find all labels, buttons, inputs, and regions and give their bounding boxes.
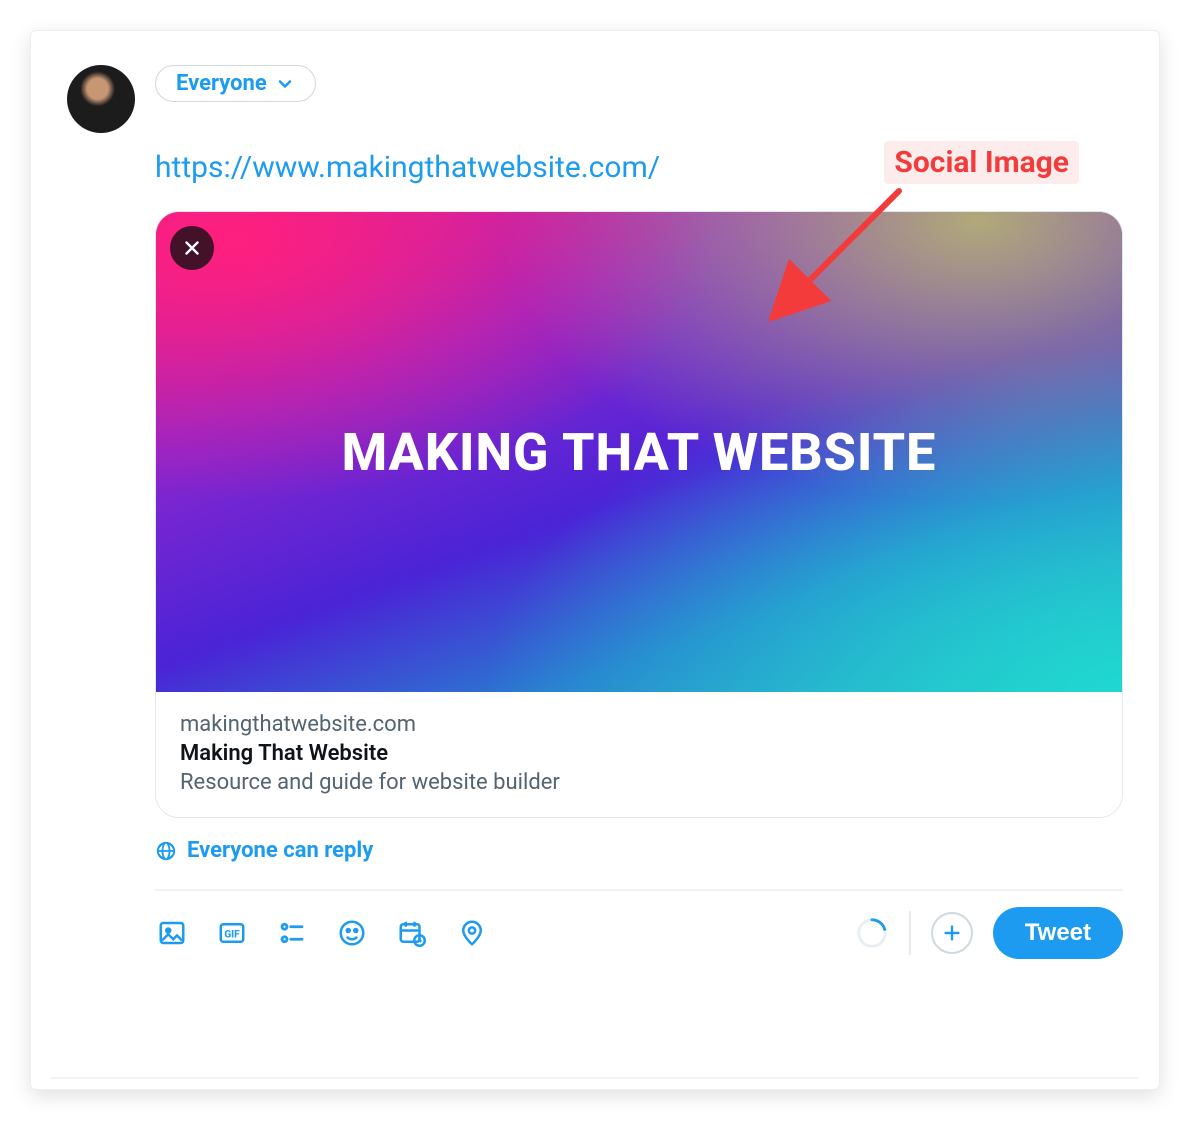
close-icon bbox=[181, 237, 203, 259]
link-preview-title: Making That Website bbox=[180, 741, 1098, 766]
location-icon[interactable] bbox=[455, 916, 489, 950]
bottom-divider bbox=[51, 1077, 1139, 1079]
avatar[interactable] bbox=[67, 65, 135, 133]
plus-icon bbox=[941, 922, 963, 944]
globe-icon bbox=[155, 840, 177, 862]
reply-permission-label: Everyone can reply bbox=[187, 838, 373, 863]
composer-toolbar: GIF bbox=[155, 907, 1123, 959]
divider bbox=[155, 889, 1123, 891]
svg-text:GIF: GIF bbox=[224, 929, 240, 940]
audience-selector[interactable]: Everyone bbox=[155, 65, 316, 102]
chevron-down-icon bbox=[275, 74, 295, 94]
tweet-button[interactable]: Tweet bbox=[993, 907, 1123, 959]
poll-icon[interactable] bbox=[275, 916, 309, 950]
link-preview-card[interactable]: MAKING THAT WEBSITE makingthatwebsite.co… bbox=[155, 211, 1123, 818]
link-preview-hero-text: MAKING THAT WEBSITE bbox=[322, 422, 957, 483]
media-icon[interactable] bbox=[155, 916, 189, 950]
remove-card-button[interactable] bbox=[170, 226, 214, 270]
composer-content: Everyone https://www.makingthatwebsite.c… bbox=[155, 65, 1123, 959]
audience-label: Everyone bbox=[176, 71, 267, 96]
annotation-label: Social Image bbox=[884, 141, 1079, 184]
character-progress bbox=[855, 916, 889, 950]
schedule-icon[interactable] bbox=[395, 916, 429, 950]
gif-icon[interactable]: GIF bbox=[215, 916, 249, 950]
toolbar-icons: GIF bbox=[155, 916, 489, 950]
reply-permission-button[interactable]: Everyone can reply bbox=[155, 838, 1123, 863]
link-preview-meta: makingthatwebsite.com Making That Websit… bbox=[156, 692, 1122, 817]
add-thread-button[interactable] bbox=[931, 912, 973, 954]
separator bbox=[909, 911, 911, 955]
link-preview-image: MAKING THAT WEBSITE bbox=[156, 212, 1122, 692]
link-preview-description: Resource and guide for website builder bbox=[180, 770, 1098, 795]
toolbar-right: Tweet bbox=[855, 907, 1123, 959]
emoji-icon[interactable] bbox=[335, 916, 369, 950]
tweet-composer: Everyone https://www.makingthatwebsite.c… bbox=[30, 30, 1160, 1090]
link-preview-domain: makingthatwebsite.com bbox=[180, 712, 1098, 737]
composer-header: Everyone https://www.makingthatwebsite.c… bbox=[67, 65, 1123, 959]
